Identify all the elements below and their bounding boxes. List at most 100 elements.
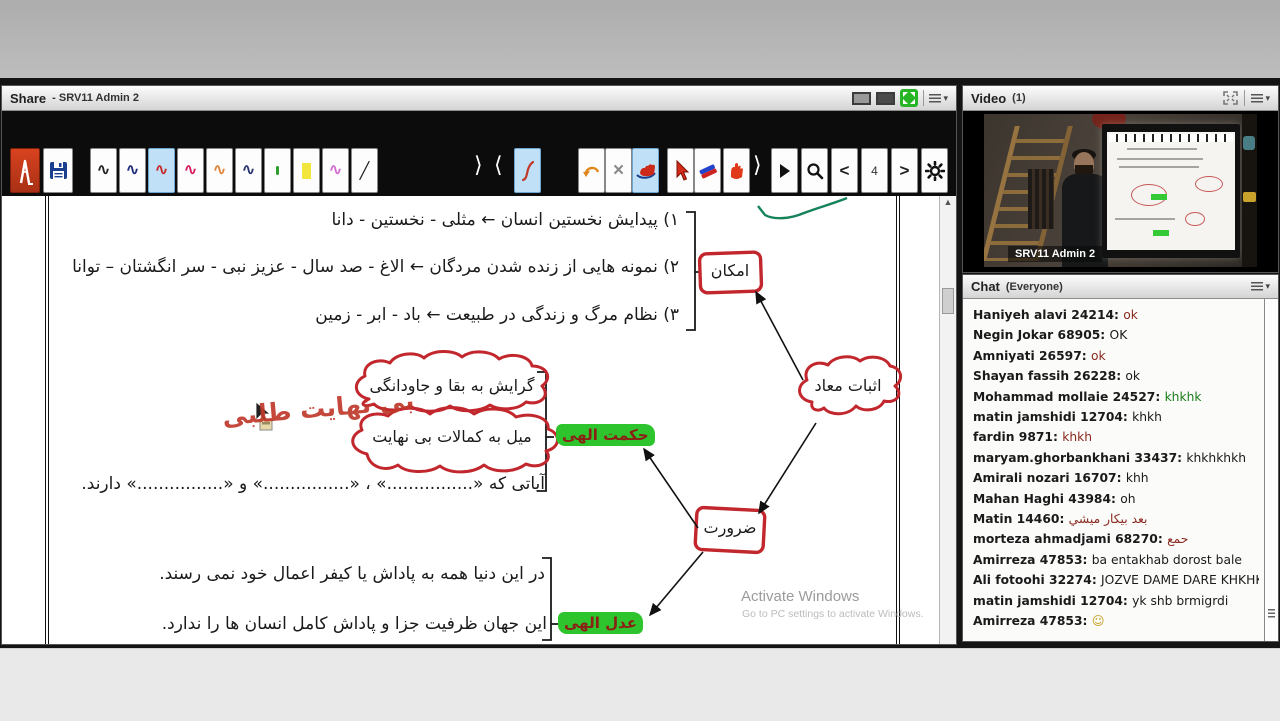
- chat-author: Negin Jokar 68905:: [973, 329, 1110, 343]
- chat-text: khkhk: [1164, 390, 1202, 404]
- pen-tool-button[interactable]: [293, 148, 320, 193]
- wb-highlight-hekmat: حکمت الهی: [556, 424, 655, 446]
- pen-tool-button[interactable]: [264, 148, 291, 193]
- menu-icon: [1251, 282, 1264, 291]
- chat-author: maryam.ghorbankhani 33437:: [973, 451, 1187, 465]
- share-pod-title: Share: [10, 90, 47, 106]
- video-frame[interactable]: SRV11 Admin 2: [963, 111, 1278, 272]
- scrollbar-grip-icon[interactable]: [1268, 609, 1275, 618]
- whiteboard-toolbar: ∿ ∿ ∿ ∿ ∿ ∿ ∿ ╱ ⟩ ⟨ × ⟩ < 4 >: [2, 111, 956, 196]
- pen-tool-button[interactable]: ∿: [177, 148, 204, 193]
- chat-pod-title: Chat: [971, 279, 1000, 294]
- desktop-background: [0, 0, 1280, 78]
- fullscreen-arrows-icon: [903, 92, 916, 104]
- undo-button[interactable]: [578, 148, 605, 193]
- share-session-label: - SRV11 Admin 2: [52, 92, 139, 104]
- delete-button[interactable]: ×: [605, 148, 632, 193]
- collapse-right-icon[interactable]: ⟨: [494, 153, 503, 178]
- chat-message: morteza ahmadjami 68270: حمع: [973, 533, 1259, 546]
- pencil-tool-button[interactable]: [10, 148, 40, 193]
- scrollbar-thumb[interactable]: [942, 288, 954, 314]
- chat-message-list[interactable]: Haniyeh alavi 24214: ok Negin Jokar 6890…: [963, 299, 1263, 641]
- chat-message: Matin 14460: بعد بيكار ميشي: [973, 513, 1259, 526]
- stamp-hand-icon: [635, 163, 656, 179]
- eraser-tool-button[interactable]: [694, 148, 721, 193]
- chat-message: Ali fotoohi 32274: JOZVE DAME DARE KHKHK…: [973, 574, 1259, 587]
- model-scooter: [1243, 136, 1255, 150]
- prev-page-button[interactable]: <: [831, 148, 858, 193]
- pen-tool-button[interactable]: ∿: [90, 148, 117, 193]
- zoom-button[interactable]: [801, 148, 828, 193]
- chat-author: matin jamshidi 12704:: [973, 594, 1133, 608]
- share-monitor-icon[interactable]: [876, 91, 896, 105]
- hand-icon: [730, 162, 743, 179]
- pen-tool-button[interactable]: ╱: [351, 148, 378, 193]
- chat-text: بعد بيكار ميشي: [1068, 513, 1148, 526]
- wb-highlight-adl: عدل الهی: [558, 612, 644, 634]
- fullscreen-icon[interactable]: [900, 89, 919, 107]
- chat-message: Amniyati 26597: ok: [973, 350, 1259, 363]
- pen-color-icon: [276, 166, 279, 175]
- chat-text: ba entakhab dorost bale: [1091, 553, 1242, 567]
- screen-text-line: [1119, 166, 1199, 168]
- red-marker-boxes: [693, 250, 767, 555]
- settings-button[interactable]: [921, 148, 948, 193]
- share-pod-menu[interactable]: ▾: [929, 93, 948, 103]
- curve-tool-button[interactable]: [514, 148, 541, 193]
- video-pod-header: Video (1) ▾: [963, 86, 1278, 111]
- chat-author: morteza ahmadjami 68270:: [973, 533, 1168, 547]
- pen-tool-button[interactable]: ∿: [148, 148, 175, 193]
- save-button[interactable]: [43, 148, 73, 193]
- chat-text: ok: [1123, 309, 1138, 322]
- pen-color-icon: ∿: [183, 160, 198, 180]
- curve-icon: [521, 160, 534, 181]
- chat-text: ok: [1090, 349, 1106, 363]
- bookshelf: [1028, 169, 1054, 229]
- expand-icon[interactable]: ⟩: [753, 153, 762, 178]
- pen-color-icon: ∿: [212, 160, 227, 180]
- page-number: 4: [871, 163, 878, 178]
- collapse-left-icon[interactable]: ⟩: [474, 153, 483, 178]
- screen-cloud-mark: [1195, 176, 1223, 192]
- chat-author: Haniyeh alavi 24214:: [973, 309, 1124, 322]
- pointer-tool-button[interactable]: [667, 148, 694, 193]
- whiteboard-canvas[interactable]: ۱) پیدایش نخستین انسان ← مثلی - نخستین -…: [2, 196, 956, 644]
- chat-message: Shayan fassih 26228: ok: [973, 370, 1259, 383]
- pen-tool-button[interactable]: ∿: [119, 148, 146, 193]
- camera-name-label: SRV11 Admin 2: [1008, 246, 1103, 262]
- pen-tool-button[interactable]: ∿: [322, 148, 349, 193]
- caret-down-icon: ▾: [1265, 92, 1270, 103]
- delete-x-icon: ×: [612, 159, 625, 181]
- chat-message: maryam.ghorbankhani 33437: khkhkhkh: [973, 452, 1259, 465]
- chat-text: khkh: [1132, 411, 1162, 424]
- wb-cloud-2-text: میل به کمالات بی نهایت: [372, 427, 532, 446]
- video-pod-menu[interactable]: ▾: [1251, 92, 1270, 103]
- wb-line-3: ۳) نظام مرگ و زندگی در طبیعت ← باد - ابر…: [315, 305, 679, 325]
- stamp-tool-button[interactable]: [632, 148, 659, 193]
- wb-cloud-esbat-maad: اثبات معاد: [814, 376, 882, 395]
- chat-scope: (Everyone): [1005, 280, 1063, 293]
- whiteboard-scrollbar[interactable]: ▲: [939, 196, 956, 644]
- raise-hand-button[interactable]: [723, 148, 750, 193]
- pen-tool-button[interactable]: ∿: [206, 148, 233, 193]
- page-number-button[interactable]: 4: [861, 148, 888, 193]
- chat-scrollbar[interactable]: [1264, 299, 1278, 641]
- screen-green-highlight: [1153, 230, 1169, 236]
- diagram-connectors: [643, 290, 817, 617]
- pen-tool-button[interactable]: ∿: [235, 148, 262, 193]
- chat-text: ok: [1125, 370, 1141, 384]
- chat-pod-menu[interactable]: ▾: [1251, 282, 1270, 291]
- chat-message: Haniyeh alavi 24214: ok: [973, 309, 1259, 322]
- play-button[interactable]: [771, 148, 798, 193]
- wb-bottom-line-1: در این دنیا همه به پاداش یا کیفر اعمال خ…: [159, 564, 545, 584]
- menu-icon: [1251, 93, 1264, 103]
- pen-color-icon: ∿: [96, 160, 111, 180]
- share-pod: Share - SRV11 Admin 2 ▾ ∿ ∿ ∿ ∿ ∿ ∿ ∿ ╱ …: [1, 85, 957, 645]
- wb-box-zarurat: ضرورت: [703, 518, 757, 537]
- video-fullscreen-icon[interactable]: [1223, 91, 1239, 105]
- activate-windows-watermark: Activate Windows: [741, 588, 860, 605]
- next-page-button[interactable]: >: [891, 148, 918, 193]
- share-screen-icon[interactable]: [852, 91, 872, 105]
- video-count: (1): [1012, 92, 1026, 104]
- scroll-up-icon[interactable]: ▲: [942, 197, 954, 210]
